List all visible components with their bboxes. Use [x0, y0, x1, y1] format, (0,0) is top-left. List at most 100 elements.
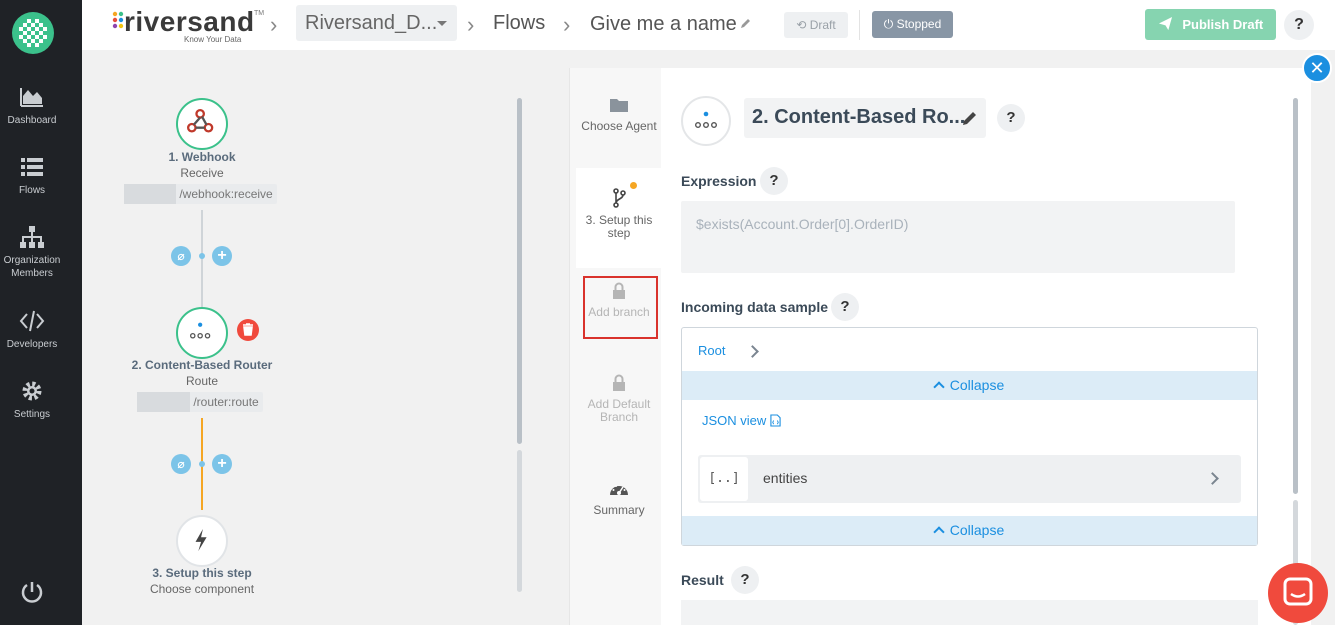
add-step-button[interactable]: + — [212, 454, 232, 474]
result-label: Result — [681, 572, 724, 588]
step-tabs: Choose Agent 3. Setup this step Add bran… — [569, 68, 662, 625]
collapse-button-top[interactable]: Collapse — [682, 371, 1257, 400]
canvas-scrollbar[interactable] — [517, 98, 522, 444]
paper-plane-icon — [1158, 16, 1172, 31]
tab-setup-step[interactable]: 3. Setup this step — [576, 168, 662, 268]
router-endpoint[interactable]: /router:route — [137, 392, 263, 412]
connector-tool-button[interactable]: ⌀ — [171, 454, 191, 474]
pencil-icon[interactable] — [740, 17, 752, 29]
tab-add-default-branch[interactable]: Add Default Branch — [576, 374, 662, 424]
node-title: 3. Setup this step — [152, 566, 252, 580]
dashboard-gauge-icon — [610, 485, 628, 495]
unsaved-indicator-dot — [630, 182, 637, 189]
canvas-scrollbar-track[interactable] — [517, 450, 522, 592]
json-view-label: JSON view — [702, 413, 767, 428]
nav-dashboard-label: Dashboard — [7, 115, 57, 126]
breadcrumb-separator-icon: › — [270, 12, 278, 37]
collapse-label: Collapse — [949, 377, 1005, 393]
pencil-icon[interactable] — [962, 110, 978, 126]
nav-dashboard[interactable]: Dashboard — [0, 84, 64, 127]
lock-icon — [613, 374, 625, 391]
router-node[interactable] — [176, 307, 228, 359]
json-view-link[interactable]: JSON view — [702, 413, 781, 428]
workspace-selector[interactable]: Riversand_D... — [296, 5, 457, 41]
draft-badge[interactable]: ⟲ Draft — [784, 12, 848, 38]
router-icon — [694, 111, 718, 129]
step-title-field[interactable]: 2. Content-Based Ro... — [744, 98, 986, 138]
add-branch-highlight — [583, 276, 658, 339]
webhook-node[interactable] — [176, 98, 228, 150]
trash-icon — [243, 323, 253, 336]
tab-label: Choose Agent — [581, 119, 657, 133]
expression-input[interactable]: $exists(Account.Order[0].OrderID) — [681, 201, 1235, 273]
app-sidebar: Dashboard Flows Organization Members Dev… — [0, 0, 82, 625]
node-subtitle: Route — [185, 374, 219, 388]
router-icon — [189, 322, 211, 339]
stopped-status-button[interactable]: ⏻ Stopped — [872, 11, 953, 38]
brand-tagline: Know Your Data — [184, 35, 242, 44]
connector-dot — [199, 461, 205, 467]
branch-icon — [613, 188, 626, 208]
add-step-button[interactable]: + — [212, 246, 232, 266]
nav-developers[interactable]: Developers — [0, 308, 64, 351]
webhook-endpoint[interactable]: /webhook:receive — [124, 184, 277, 204]
stopped-label: Stopped — [896, 17, 942, 31]
panel-scrollbar[interactable] — [1293, 98, 1298, 494]
breadcrumb-flows-link[interactable]: Flows — [493, 12, 545, 35]
node-title: 1. Webhook — [168, 150, 236, 164]
connector-tool-button[interactable]: ⌀ — [171, 246, 191, 266]
title-help-button[interactable]: ? — [997, 104, 1025, 132]
close-icon: ✕ — [1309, 58, 1325, 78]
logout-button[interactable] — [20, 580, 44, 604]
caret-down-icon — [437, 21, 447, 26]
webhook-icon — [187, 109, 214, 133]
chevron-up-icon — [933, 526, 945, 538]
chat-support-button[interactable] — [1268, 563, 1328, 623]
array-bracket-icon: [..] — [700, 457, 748, 501]
power-icon — [21, 582, 43, 603]
tab-choose-agent[interactable]: Choose Agent — [576, 96, 662, 133]
entity-name: entities — [763, 470, 808, 486]
incoming-data-help-button[interactable]: ? — [831, 293, 859, 321]
router-node-label: 2. Content-Based Router Route — [127, 357, 277, 389]
node-subtitle: Receive — [180, 166, 224, 180]
chevron-right-icon — [746, 345, 759, 358]
draft-label: Draft — [809, 18, 836, 32]
publish-draft-button[interactable]: Publish Draft — [1145, 9, 1276, 40]
workspace-name: Riversand_D... — [305, 12, 438, 34]
app-logo[interactable] — [12, 12, 54, 54]
nav-organization-members[interactable]: Organization Members — [0, 224, 64, 280]
connector-dot — [199, 253, 205, 259]
breadcrumb-separator-icon: › — [467, 12, 475, 37]
node-title: 2. Content-Based Router — [131, 358, 273, 372]
expression-value: $exists(Account.Order[0].OrderID) — [696, 216, 909, 232]
divider — [859, 10, 860, 40]
tab-label: Summary — [593, 503, 645, 517]
collapse-button-bottom[interactable]: Collapse — [682, 516, 1257, 545]
tool-icon: ⌀ — [177, 457, 185, 471]
expression-help-button[interactable]: ? — [760, 167, 788, 195]
power-small-icon: ⏻ — [883, 17, 894, 31]
help-button[interactable]: ? — [1284, 10, 1314, 40]
incoming-data-sample: Root Collapse JSON view [..] entities Co… — [681, 327, 1258, 546]
root-breadcrumb[interactable]: Root — [698, 343, 725, 358]
nav-settings-label: Settings — [13, 409, 51, 420]
logo-grid-icon — [19, 19, 47, 47]
result-help-button[interactable]: ? — [731, 566, 759, 594]
nav-settings[interactable]: Settings — [0, 378, 64, 421]
top-bar: riversand TM Know Your Data › Riversand_… — [82, 0, 1335, 50]
org-chart-icon — [20, 226, 44, 248]
flow-name[interactable]: Give me a name — [590, 13, 737, 36]
tab-summary[interactable]: Summary — [576, 480, 662, 517]
nav-flows[interactable]: Flows — [0, 154, 64, 197]
webhook-node-label: 1. Webhook Receive — [152, 149, 252, 181]
chevron-up-icon — [933, 381, 945, 393]
delete-step-button[interactable] — [237, 319, 259, 341]
publish-draft-label: Publish Draft — [1182, 17, 1264, 32]
component-icon — [681, 96, 731, 146]
brand-logo[interactable]: riversand TM Know Your Data — [112, 6, 264, 46]
entity-row-entities[interactable]: [..] entities — [698, 455, 1241, 503]
close-panel-button[interactable]: ✕ — [1302, 53, 1332, 83]
flow-canvas: 1. Webhook Receive /webhook:receive ⌀ + … — [82, 50, 569, 625]
setup-step-node[interactable] — [176, 515, 228, 567]
